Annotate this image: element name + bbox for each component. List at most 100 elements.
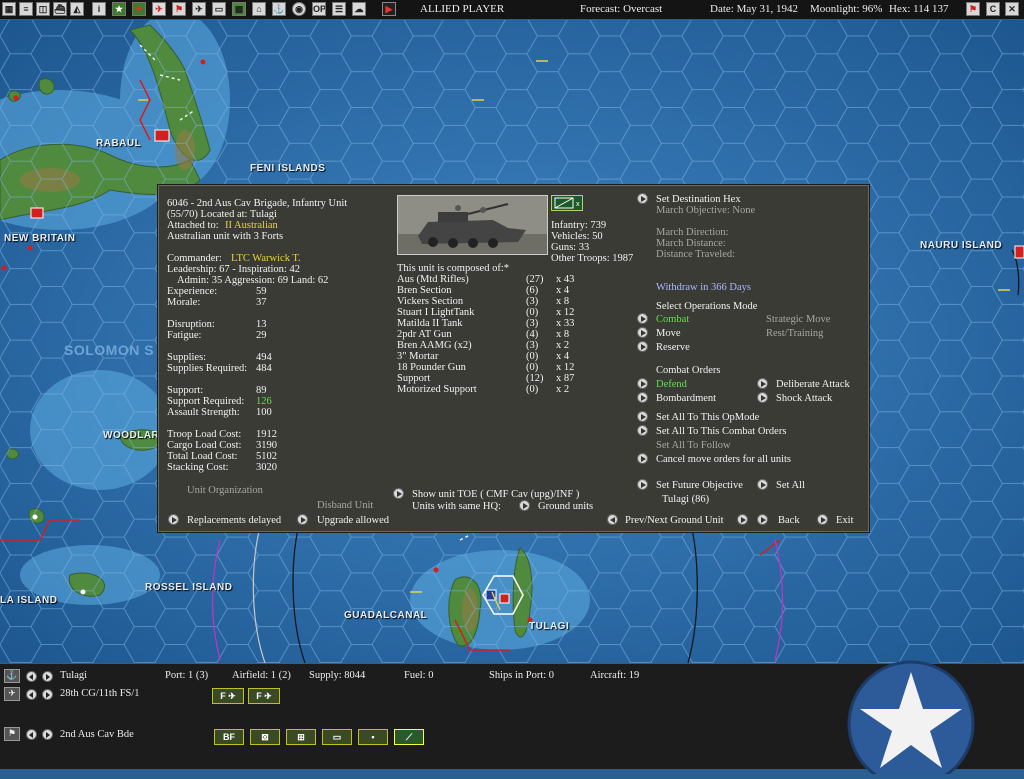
exit-button[interactable]: Exit: [836, 515, 854, 526]
mode-move[interactable]: Move: [656, 328, 681, 339]
set-all-arrow-icon[interactable]: [757, 479, 768, 490]
map-zoom-icon[interactable]: ▩: [232, 2, 246, 16]
reports-icon[interactable]: ☰: [332, 2, 346, 16]
set-all-opmode[interactable]: Set All To This OpMode: [656, 412, 759, 423]
anchor-icon[interactable]: ⚓: [4, 669, 20, 683]
component-name[interactable]: Bren Section: [397, 285, 452, 296]
fighter-badge[interactable]: F ✈: [248, 688, 280, 704]
mode-combat[interactable]: Combat: [656, 314, 689, 325]
set-all-opmode-arrow-icon[interactable]: [637, 411, 648, 422]
warship-icon[interactable]: ◭: [70, 2, 84, 16]
set-future-objective[interactable]: Set Future Objective: [656, 480, 743, 491]
defend-arrow-icon[interactable]: [637, 378, 648, 389]
shock-arrow-icon[interactable]: [757, 392, 768, 403]
component-name[interactable]: Support: [397, 373, 430, 384]
engineer-badge[interactable]: ⊞: [286, 729, 316, 745]
back-arrow-icon[interactable]: [757, 514, 768, 525]
order-deliberate[interactable]: Deliberate Attack: [776, 379, 850, 390]
ship-icon[interactable]: ⛴: [53, 2, 67, 16]
flag-icon[interactable]: ⚑: [966, 2, 980, 16]
bombard-arrow-icon[interactable]: [637, 392, 648, 403]
ground-units-arrow-icon[interactable]: [519, 500, 530, 511]
upgrade-toggle[interactable]: Upgrade allowed: [317, 515, 389, 526]
upgrade-arrow-icon[interactable]: [297, 514, 308, 525]
group-icon[interactable]: ◫: [36, 2, 50, 16]
reserve-arrow-icon[interactable]: [637, 341, 648, 352]
truck-icon[interactable]: ▭: [212, 2, 226, 16]
air-unit-name[interactable]: 28th CG/11th FS/1: [60, 688, 140, 699]
op-icon[interactable]: OP: [312, 2, 326, 16]
ground-units-link[interactable]: Ground units: [538, 501, 593, 512]
component-name[interactable]: 3" Mortar: [397, 351, 438, 362]
component-name[interactable]: Vickers Section: [397, 296, 463, 307]
map-icon[interactable]: ▦: [2, 2, 16, 16]
exit-arrow-icon[interactable]: [817, 514, 828, 525]
order-shock[interactable]: Shock Attack: [776, 393, 832, 404]
hq-badge[interactable]: ▪: [358, 729, 388, 745]
plane-icon[interactable]: ✈: [152, 2, 166, 16]
mode-reserve[interactable]: Reserve: [656, 342, 690, 353]
replacements-toggle[interactable]: Replacements delayed: [187, 515, 281, 526]
component-name[interactable]: Bren AAMG (x2): [397, 340, 472, 351]
next-unit-arrow-icon[interactable]: [737, 514, 748, 525]
info-icon[interactable]: i: [92, 2, 106, 16]
c-button[interactable]: C: [986, 2, 1000, 16]
prev-air-icon[interactable]: [26, 689, 37, 700]
globe-icon[interactable]: ◉: [292, 2, 306, 16]
flag-icon[interactable]: ⚑: [172, 2, 186, 16]
set-destination-link[interactable]: Set Destination Hex: [656, 194, 741, 205]
next-base-icon[interactable]: [42, 671, 53, 682]
next-ground-icon[interactable]: [42, 729, 53, 740]
cancel-move-arrow-icon[interactable]: [637, 453, 648, 464]
base-force-badge[interactable]: BF: [214, 729, 244, 745]
attached-hq-link[interactable]: II Australian: [225, 220, 278, 231]
replacements-arrow-icon[interactable]: [168, 514, 179, 525]
motorized-badge[interactable]: ▭: [322, 729, 352, 745]
order-bombard[interactable]: Bombardment: [656, 393, 716, 404]
component-name[interactable]: 2pdr AT Gun: [397, 329, 452, 340]
cancel-move[interactable]: Cancel move orders for all units: [656, 454, 791, 465]
ground-unit-name[interactable]: 2nd Aus Cav Bde: [60, 729, 134, 740]
air-unit-icon[interactable]: ✈: [4, 687, 20, 701]
end-turn-icon[interactable]: ▶: [382, 2, 396, 16]
show-toe-arrow-icon[interactable]: [393, 488, 404, 499]
next-air-icon[interactable]: [42, 689, 53, 700]
aircraft-icon[interactable]: ✈: [192, 2, 206, 16]
exit-game-icon[interactable]: ✕: [1005, 2, 1019, 16]
deliberate-arrow-icon[interactable]: [757, 378, 768, 389]
commander-link[interactable]: LTC Warwick T.: [231, 253, 301, 264]
disband-unit-link[interactable]: Disband Unit: [317, 500, 373, 511]
unit-organization-link[interactable]: Unit Organization: [187, 485, 263, 496]
set-all-follow[interactable]: Set All To Follow: [656, 440, 731, 451]
back-button[interactable]: Back: [778, 515, 800, 526]
list-icon[interactable]: ≡: [19, 2, 33, 16]
cloud-icon[interactable]: ☁: [352, 2, 366, 16]
fighter-badge[interactable]: F ✈: [212, 688, 244, 704]
component-name[interactable]: Stuart I LightTank: [397, 307, 474, 318]
order-defend[interactable]: Defend: [656, 379, 687, 390]
component-name[interactable]: Motorized Support: [397, 384, 477, 395]
ship2-icon[interactable]: ⚓: [272, 2, 286, 16]
component-name[interactable]: 18 Pounder Gun: [397, 362, 466, 373]
move-arrow-icon[interactable]: [637, 327, 648, 338]
show-toe-link[interactable]: Show unit TOE ( CMF Cav (upg)/INF ): [412, 489, 579, 500]
infantry-badge[interactable]: ⊠: [250, 729, 280, 745]
set-all-button[interactable]: Set All: [776, 480, 805, 491]
set-all-combat[interactable]: Set All To This Combat Orders: [656, 426, 786, 437]
prev-base-icon[interactable]: [26, 671, 37, 682]
mode-rest[interactable]: Rest/Training: [766, 328, 823, 339]
set-future-arrow-icon[interactable]: [637, 479, 648, 490]
prev-ground-icon[interactable]: [26, 729, 37, 740]
ground-unit-icon[interactable]: ⚑: [4, 727, 20, 741]
mode-strategic[interactable]: Strategic Move: [766, 314, 830, 325]
plane-red-icon[interactable]: ✈: [132, 2, 146, 16]
component-name[interactable]: Aus (Mtd Rifles): [397, 274, 469, 285]
factory-icon[interactable]: ⌂: [252, 2, 266, 16]
combat-arrow-icon[interactable]: [637, 313, 648, 324]
cavalry-badge[interactable]: ⟋: [394, 729, 424, 745]
component-name[interactable]: Matilda II Tank: [397, 318, 463, 329]
set-destination-arrow-icon[interactable]: [637, 193, 648, 204]
set-all-combat-arrow-icon[interactable]: [637, 425, 648, 436]
star-icon[interactable]: ★: [112, 2, 126, 16]
prev-unit-arrow-icon[interactable]: [607, 514, 618, 525]
